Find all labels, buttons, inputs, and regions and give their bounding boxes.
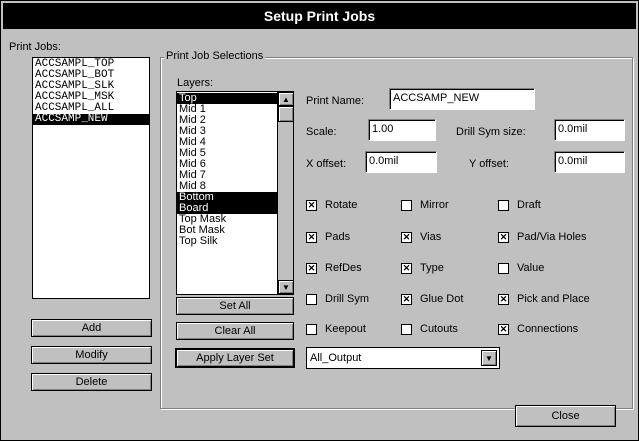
y-offset-label: Y offset: [469,158,509,170]
print-job-item[interactable]: ACCSAMP_NEW [33,114,149,125]
option-checkbox[interactable]: ✕ Pick and Place [498,293,590,305]
scale-label: Scale: [306,126,337,138]
print-jobs-label: Print Jobs: [9,41,61,53]
print-name-label: Print Name: [306,95,365,107]
option-label: Drill Sym [325,293,369,305]
option-label: Keepout [325,323,366,335]
apply-layer-set-button[interactable]: Apply Layer Set [175,348,295,368]
option-checkbox[interactable]: ✕ Connections [498,323,578,335]
option-checkbox[interactable]: ✕ Vias [401,231,441,243]
x-offset-field[interactable]: 0.0mil [365,151,437,173]
y-offset-field[interactable]: 0.0mil [554,151,625,173]
option-checkbox[interactable]: Keepout [306,323,366,335]
option-label: Pads [325,231,351,243]
option-label: Mirror [420,199,449,211]
option-label: Draft [517,199,541,211]
print-job-selections-title: Print Job Selections [164,50,266,62]
checkbox-checked-icon[interactable]: ✕ [401,293,412,305]
layer-item[interactable]: Top Silk [177,236,277,247]
drill-sym-size-label: Drill Sym size: [456,126,526,138]
option-label: Rotate [325,199,358,211]
checkbox-checked-icon[interactable]: ✕ [401,262,412,274]
option-label: RefDes [325,262,362,274]
option-label: Value [517,262,545,274]
add-button[interactable]: Add [31,319,152,337]
checkbox-checked-icon[interactable]: ✕ [498,293,509,305]
option-label: Glue Dot [420,293,464,305]
drill-sym-size-field[interactable]: 0.0mil [554,119,625,141]
set-all-button[interactable]: Set All [176,297,294,315]
option-checkbox[interactable]: Value [498,262,544,274]
layers-label: Layers: [177,77,214,89]
option-checkbox[interactable]: ✕ Rotate [306,199,357,211]
option-checkbox[interactable]: Mirror [401,199,449,211]
dialog-title: Setup Print Jobs [3,3,636,29]
option-label: Pick and Place [517,293,590,305]
scroll-up-icon[interactable]: ▲ [278,92,293,106]
print-jobs-list[interactable]: ACCSAMPL_TOP ACCSAMPL_BOT ACCSAMPL_SLK ACCS… [32,57,150,299]
option-checkbox[interactable]: Cutouts [401,323,458,335]
checkbox-unchecked-icon[interactable] [306,323,317,335]
checkbox-checked-icon[interactable]: ✕ [498,231,509,243]
checkbox-checked-icon[interactable]: ✕ [401,231,412,243]
scroll-thumb[interactable] [278,106,293,122]
checkbox-checked-icon[interactable]: ✕ [498,323,509,335]
option-label: Type [420,262,444,274]
layer-set-select[interactable]: All_Output ▼ [306,347,500,369]
checkbox-unchecked-icon[interactable] [401,199,412,211]
layer-set-value: All_Output [310,352,362,364]
option-checkbox[interactable]: ✕ Glue Dot [401,293,463,305]
option-label: Cutouts [420,323,458,335]
option-label: Vias [420,231,442,243]
layers-scrollbar[interactable]: ▲ ▼ [277,92,293,294]
option-checkbox[interactable]: ✕ Pads [306,231,350,243]
checkbox-checked-icon[interactable]: ✕ [306,231,317,243]
checkbox-unchecked-icon[interactable] [306,293,317,305]
option-checkbox[interactable]: ✕ Type [401,262,444,274]
option-checkbox[interactable]: ✕ Pad/Via Holes [498,231,587,243]
scale-field[interactable]: 1.00 [368,119,436,141]
layers-list[interactable]: Top Mid 1 Mid 2 Mid 3 Mid 4 Mid 5 Mid 6 Mid 7 Mi… [176,91,294,295]
checkbox-unchecked-icon[interactable] [401,323,412,335]
clear-all-button[interactable]: Clear All [176,322,294,340]
checkbox-checked-icon[interactable]: ✕ [306,199,317,211]
delete-button[interactable]: Delete [31,373,152,391]
setup-print-jobs-dialog: Setup Print Jobs Print Jobs: ACCSAMPL_TO… [0,0,639,441]
x-offset-label: X offset: [306,158,347,170]
option-label: Connections [517,323,579,335]
close-button[interactable]: Close [515,405,616,427]
option-checkbox[interactable]: Drill Sym [306,293,369,305]
option-label: Pad/Via Holes [517,231,587,243]
chevron-down-icon[interactable]: ▼ [481,350,497,366]
modify-button[interactable]: Modify [31,346,152,364]
scroll-down-icon[interactable]: ▼ [278,280,293,294]
option-checkbox[interactable]: ✕ RefDes [306,262,362,274]
option-checkbox[interactable]: Draft [498,199,541,211]
checkbox-checked-icon[interactable]: ✕ [306,262,317,274]
checkbox-unchecked-icon[interactable] [498,199,509,211]
checkbox-unchecked-icon[interactable] [498,262,509,274]
print-name-field[interactable]: ACCSAMP_NEW [389,88,535,110]
